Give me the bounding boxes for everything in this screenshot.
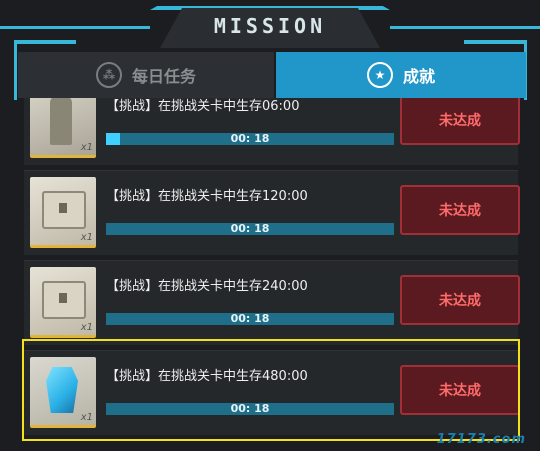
progress-bar: 00: 18 — [106, 132, 394, 145]
reward-thumbnail[interactable]: x1 — [30, 177, 96, 248]
frame-top-right — [390, 26, 540, 29]
progress-bar: 00: 18 — [106, 222, 394, 235]
star-circle-icon: ★ — [366, 62, 393, 88]
frame-accent-left — [16, 40, 76, 44]
timer-text: 00: 18 — [230, 222, 270, 235]
chest-icon — [42, 191, 86, 229]
reward-quantity: x1 — [80, 412, 93, 423]
frame-top-left — [0, 26, 150, 29]
mission-description: 【挑战】在挑战关卡中生存120:00 — [106, 189, 308, 204]
status-button[interactable]: 未达成 — [400, 185, 520, 235]
mission-description: 【挑战】在挑战关卡中生存240:00 — [106, 279, 308, 294]
dots-circle-icon: ⁂ — [95, 62, 122, 88]
status-button[interactable]: 未达成 — [400, 98, 520, 145]
timer-text: 00: 18 — [230, 312, 270, 325]
progress-bar: 00: 18 — [106, 402, 394, 415]
watermark: 17173.com — [436, 432, 526, 447]
progress-bar: 00: 18 — [106, 312, 394, 325]
reward-thumbnail[interactable]: x1 — [30, 357, 96, 428]
mission-description: 【挑战】在挑战关卡中生存480:00 — [106, 369, 308, 384]
page-title: MISSION — [213, 14, 327, 38]
mission-row: x1 【挑战】在挑战关卡中生存480:00 00: 18 未达成 — [24, 350, 520, 435]
reward-quantity: x1 — [80, 232, 93, 243]
status-button[interactable]: 未达成 — [400, 365, 520, 415]
reward-thumbnail[interactable]: x1 — [30, 267, 96, 338]
figure-icon — [50, 98, 72, 145]
mission-row: x1 【挑战】在挑战关卡中生存120:00 00: 18 未达成 — [24, 170, 520, 255]
timer-text: 00: 18 — [230, 132, 270, 145]
tab-daily-missions[interactable]: ⁂ 每日任务 — [18, 52, 274, 98]
status-button[interactable]: 未达成 — [400, 275, 520, 325]
timer-text: 00: 18 — [230, 402, 270, 415]
reward-quantity: x1 — [80, 322, 93, 333]
reward-thumbnail[interactable]: x1 — [30, 98, 96, 158]
frame-accent-right — [464, 40, 524, 44]
ice-crystal-icon — [46, 367, 78, 413]
mission-description: 【挑战】在挑战关卡中生存06:00 — [106, 99, 300, 114]
tab-daily-label: 每日任务 — [131, 67, 196, 86]
frame-left-rail — [14, 40, 17, 100]
tab-achievements-label: 成就 — [402, 67, 435, 86]
mission-list[interactable]: x1 【挑战】在挑战关卡中生存06:00 00: 18 未达成 x1 【挑战】在… — [18, 98, 526, 451]
tab-achievements[interactable]: ★ 成就 — [276, 52, 526, 98]
chest-icon — [42, 281, 86, 319]
mission-row: x1 【挑战】在挑战关卡中生存06:00 00: 18 未达成 — [24, 98, 520, 165]
reward-quantity: x1 — [80, 142, 93, 153]
mission-row: x1 【挑战】在挑战关卡中生存240:00 00: 18 未达成 — [24, 260, 520, 345]
